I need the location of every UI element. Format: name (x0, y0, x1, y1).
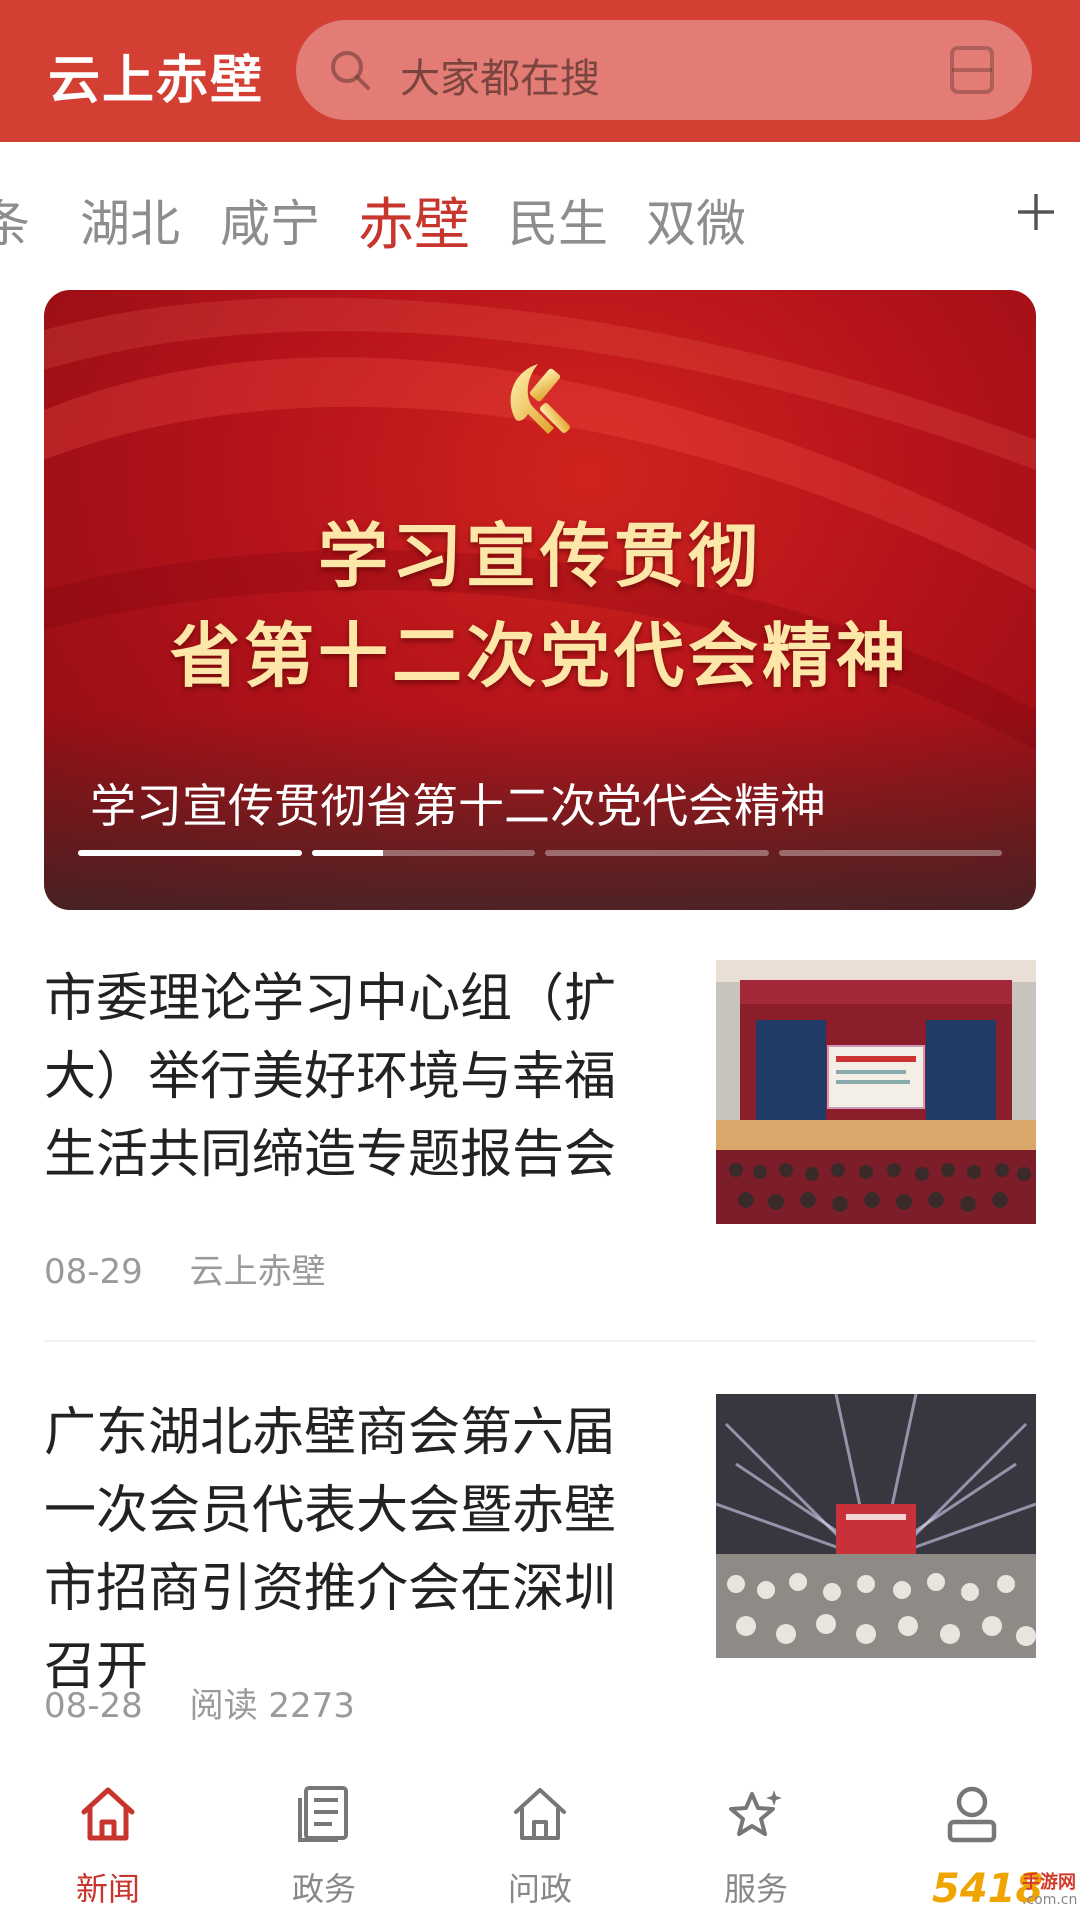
banner-page-indicator (311, 850, 535, 856)
news-date: 08-29 (44, 1252, 143, 1292)
banner-headline-line1: 学习宣传贯彻 (318, 515, 762, 597)
nav-label: 服务 (723, 1870, 788, 1908)
tab-headline[interactable]: 头条 (0, 184, 30, 256)
news-meta: 08-28 阅读 2273 (44, 1678, 391, 1727)
news-source: 云上赤壁 (189, 1252, 326, 1292)
nav-inquiry[interactable]: 问政 (470, 1782, 610, 1918)
tab-fade (900, 142, 1020, 292)
add-channel-icon[interactable] (1012, 188, 1060, 236)
bottom-navigation: 新闻 政务 问政 服务 (0, 1760, 1080, 1920)
news-thumbnail (716, 960, 1036, 1224)
conference-photo (716, 1394, 1036, 1658)
star-sparkle-icon (729, 1790, 782, 1836)
watermark-site: 手游网 (1022, 1872, 1076, 1893)
news-meta: 08-29 云上赤壁 (44, 1244, 362, 1293)
auditorium-photo (716, 960, 1036, 1224)
news-date: 08-28 (44, 1686, 143, 1726)
tab-minsheng[interactable]: 民生 (508, 184, 608, 256)
scan-icon[interactable] (946, 44, 998, 96)
tab-hubei[interactable]: 湖北 (80, 184, 180, 256)
banner-pagination (78, 850, 1002, 858)
search-placeholder: 大家都在搜 (400, 56, 600, 102)
banner-page-indicator (778, 850, 1002, 856)
party-emblem-icon (510, 364, 571, 434)
top-bar: 云上赤壁 大家都在搜 (0, 0, 1080, 142)
search-bar[interactable]: 大家都在搜 (296, 20, 1032, 120)
document-icon (298, 1786, 348, 1842)
nav-government[interactable]: 政务 (254, 1782, 394, 1918)
nav-label: 政务 (291, 1870, 356, 1908)
tab-chibi[interactable]: 赤壁 (358, 180, 470, 261)
banner-page-indicator (78, 850, 302, 856)
tab-shuangwei[interactable]: 双微 (646, 184, 746, 256)
watermark-domain: .com.cn (1022, 1892, 1078, 1908)
banner-page-progress (311, 850, 384, 856)
featured-banner[interactable]: 学习宣传贯彻 省第十二次党代会精神 学习宣传贯彻省第十二次党代会精神 (44, 290, 1036, 910)
banner-page-indicator (545, 850, 769, 856)
nav-services[interactable]: 服务 (686, 1782, 826, 1918)
user-icon (947, 1786, 997, 1843)
app-title: 云上赤壁 (48, 51, 265, 111)
home-icon (81, 1787, 135, 1841)
news-read-count: 阅读 2273 (189, 1686, 355, 1726)
category-tabs: 头条 湖北 咸宁 赤壁 民生 双微 (0, 142, 1080, 292)
news-item[interactable]: 市委理论学习中心组（扩大）举行美好环境与幸福生活共同缔造专题报告会 08-29 … (44, 960, 1036, 1292)
banner-headline-line2: 省第十二次党代会精神 (170, 615, 910, 697)
search-icon (331, 51, 370, 90)
news-item[interactable]: 广东湖北赤壁商会第六届一次会员代表大会暨赤壁市招商引资推介会在深圳召开 08-2… (44, 1394, 1036, 1726)
news-title: 广东湖北赤壁商会第六届一次会员代表大会暨赤壁市招商引资推介会在深圳召开 (44, 1403, 617, 1697)
house-outline-icon (514, 1788, 566, 1840)
nav-label: 新闻 (75, 1870, 140, 1908)
site-watermark: 5418 手游网 .com.cn (928, 1862, 1080, 1920)
news-title: 市委理论学习中心组（扩大）举行美好环境与幸福生活共同缔造专题报告会 (44, 969, 617, 1185)
list-divider (44, 1340, 1036, 1342)
news-thumbnail (716, 1394, 1036, 1658)
banner-page-progress (78, 850, 302, 856)
nav-news[interactable]: 新闻 (38, 1782, 178, 1918)
app-screen: 云上赤壁 大家都在搜 头条 湖北 咸宁 赤壁 民生 双微 (0, 0, 1080, 1920)
tab-xianning[interactable]: 咸宁 (220, 184, 320, 256)
banner-caption: 学习宣传贯彻省第十二次党代会精神 (90, 779, 826, 833)
nav-label: 问政 (507, 1870, 572, 1908)
